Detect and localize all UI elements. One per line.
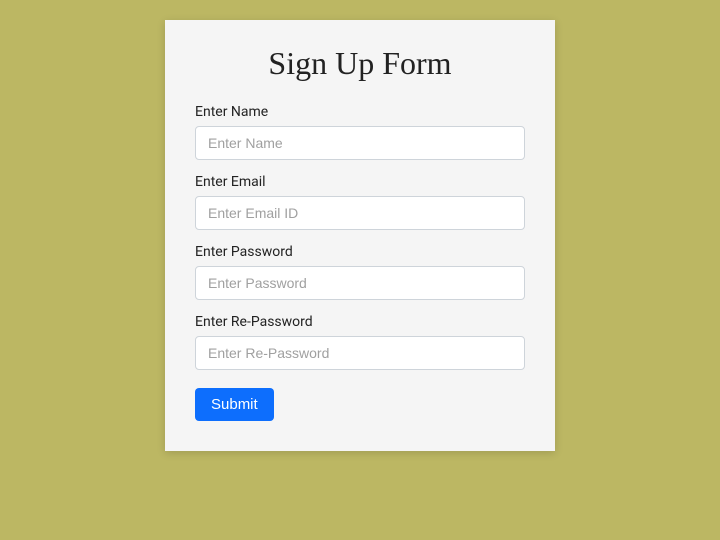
form-group-password: Enter Password: [195, 244, 525, 300]
email-input[interactable]: [195, 196, 525, 230]
form-group-name: Enter Name: [195, 104, 525, 160]
password-label: Enter Password: [195, 244, 525, 260]
submit-button[interactable]: Submit: [195, 388, 274, 421]
repassword-input[interactable]: [195, 336, 525, 370]
repassword-label: Enter Re-Password: [195, 314, 525, 330]
form-group-email: Enter Email: [195, 174, 525, 230]
name-label: Enter Name: [195, 104, 525, 120]
password-input[interactable]: [195, 266, 525, 300]
name-input[interactable]: [195, 126, 525, 160]
form-group-repassword: Enter Re-Password: [195, 314, 525, 370]
signup-card: Sign Up Form Enter Name Enter Email Ente…: [165, 20, 555, 451]
email-label: Enter Email: [195, 174, 525, 190]
form-title: Sign Up Form: [195, 45, 525, 82]
